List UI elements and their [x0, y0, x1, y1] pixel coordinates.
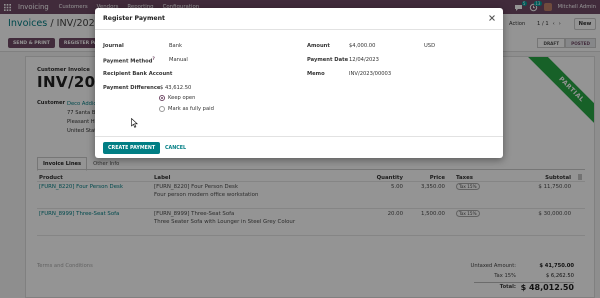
payment-difference-value: $ 43,612.50	[160, 85, 192, 91]
currency-field[interactable]: USD	[424, 43, 435, 49]
payment-difference-label: Payment Difference	[103, 85, 161, 91]
create-payment-button[interactable]: CREATE PAYMENT	[103, 142, 161, 154]
recipient-bank-label: Recipient Bank Account	[103, 71, 173, 77]
radio-keep-open[interactable]: Keep open	[159, 95, 195, 101]
payment-method-label-text: Payment Method	[103, 58, 153, 65]
payment-date-label: Payment Date	[307, 57, 349, 63]
memo-field[interactable]: INV/2023/00003	[349, 71, 391, 77]
mouse-cursor-icon	[131, 118, 138, 128]
radio-keep-open-label[interactable]: Keep open	[168, 95, 195, 101]
journal-label: Journal	[103, 43, 124, 49]
payment-date-field[interactable]: 12/04/2023	[349, 57, 379, 63]
journal-field[interactable]: Bank	[169, 43, 182, 49]
radio-keep-open-dot[interactable]	[159, 95, 165, 101]
modal-footer: CREATE PAYMENT CANCEL	[95, 136, 503, 158]
payment-method-field[interactable]: Manual	[169, 57, 188, 63]
help-icon[interactable]: ?	[152, 57, 155, 62]
memo-label: Memo	[307, 71, 325, 77]
cancel-button[interactable]: CANCEL	[162, 142, 189, 154]
modal-title: Register Payment	[103, 15, 165, 22]
amount-label: Amount	[307, 43, 330, 49]
recipient-bank-field[interactable]	[169, 71, 259, 78]
close-icon[interactable]	[487, 13, 497, 23]
modal-header: Register Payment	[95, 8, 503, 30]
radio-mark-fully-paid-dot[interactable]	[159, 106, 165, 112]
radio-mark-fully-paid[interactable]: Mark as fully paid	[159, 106, 214, 112]
payment-method-label: Payment Method?	[103, 57, 155, 65]
radio-mark-fully-paid-label[interactable]: Mark as fully paid	[168, 106, 214, 112]
register-payment-dialog: Register Payment Journal Bank Payment Me…	[95, 8, 503, 158]
amount-field[interactable]: $4,000.00	[349, 43, 375, 49]
